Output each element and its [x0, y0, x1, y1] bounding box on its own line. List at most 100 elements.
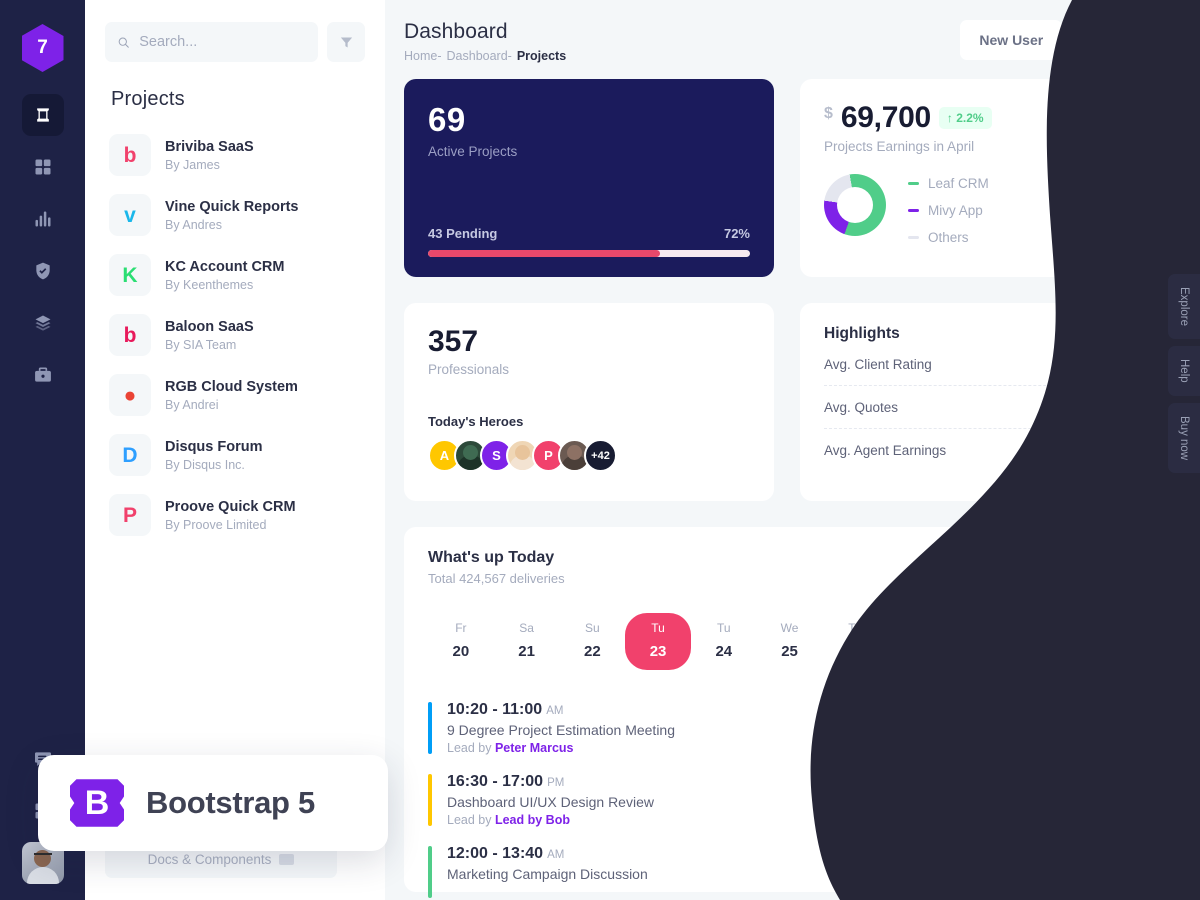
day-number: 27	[912, 643, 930, 660]
app-logo[interactable]: 7	[21, 24, 64, 72]
day-cell[interactable]: Fri 27	[888, 613, 954, 670]
search-input[interactable]	[139, 34, 306, 50]
project-name: Baloon SaaS	[165, 318, 254, 335]
report-center-button[interactable]: Report Cecnter	[1030, 549, 1151, 585]
trend-arrow-icon: ↗	[1094, 356, 1106, 371]
list-item[interactable]: K KC Account CRM By Keenthemes	[109, 245, 367, 305]
new-user-button[interactable]: New User	[960, 20, 1063, 60]
project-text: Proove Quick CRM By Proove Limited	[165, 499, 296, 532]
project-name: Proove Quick CRM	[165, 498, 296, 515]
event-view-button[interactable]: View	[1095, 711, 1151, 745]
day-cell[interactable]: Mo 30	[1085, 613, 1151, 670]
day-cell[interactable]: Sa 28	[954, 613, 1020, 670]
sidebar-item-grid[interactable]	[22, 146, 64, 188]
sidebar-item-security[interactable]	[22, 250, 64, 292]
search-box[interactable]	[105, 22, 318, 62]
day-cell[interactable]: Sa 21	[494, 613, 560, 670]
project-author: By Disqus Inc.	[165, 457, 245, 472]
legend-color-swatch	[908, 182, 919, 185]
sidebar-item-briefcase[interactable]	[22, 354, 64, 396]
highlight-value: $2,309	[1108, 442, 1151, 458]
list-item[interactable]: P Proove Quick CRM By Proove Limited	[109, 485, 367, 545]
list-item[interactable]: D Disqus Forum By Disqus Inc.	[109, 425, 367, 485]
event-ampm: AM	[546, 705, 564, 717]
progress-labels: 43 Pending 72%	[428, 226, 750, 241]
day-cell[interactable]: Fr 20	[428, 613, 494, 670]
project-text: Vine Quick Reports By Andres	[165, 199, 299, 232]
day-selector: Fr 20 Sa 21 Su 22 Tu 23 Tu 24 We 25 Th 26 Fri 27 Sa 28 Su 2…	[428, 613, 1151, 670]
project-logo-icon: ●	[109, 374, 151, 416]
project-logo-icon: P	[109, 494, 151, 536]
day-cell[interactable]: Tu 24	[691, 613, 757, 670]
day-cell[interactable]: We 25	[757, 613, 823, 670]
earnings-change-badge: ↑ 2.2%	[938, 107, 992, 129]
list-item[interactable]: ● RGB Cloud System By Andrei	[109, 365, 367, 425]
event-view-button[interactable]: View	[1095, 783, 1151, 817]
day-weekday: Fri	[914, 621, 928, 635]
highlight-row: Avg. Quotes ↙ 730	[824, 385, 1151, 428]
event-row[interactable]: 12:00 - 13:40 AM Marketing Campaign Discus…	[428, 836, 1151, 900]
event-row[interactable]: 10:20 - 11:00 AM 9 Degree Project Estimati…	[428, 692, 1151, 764]
list-item[interactable]: v Vine Quick Reports By Andres	[109, 185, 367, 245]
avatar-body	[26, 867, 59, 884]
event-row[interactable]: 16:30 - 17:00 PM Dashboard UI/UX Design Re…	[428, 764, 1151, 836]
new-goal-button[interactable]: New Goal	[1073, 20, 1175, 60]
earnings-amounts: $7,660 $2,820 $45,257	[1102, 174, 1151, 245]
today-header: What's up Today Total 424,567 deliveries…	[428, 549, 1151, 586]
day-number: 29	[1044, 643, 1061, 660]
event-title: 9 Degree Project Estimation Meeting	[447, 722, 675, 738]
event-lead-name[interactable]: Lead by Bob	[495, 813, 570, 827]
legend-item: Mivy App	[908, 203, 989, 218]
list-item[interactable]: b Briviba SaaS By James	[109, 125, 367, 185]
project-author: By SIA Team	[165, 337, 237, 352]
legend-amount: $45,257	[1102, 230, 1151, 245]
highlight-value: 730	[1127, 399, 1151, 415]
shield-check-icon	[35, 262, 50, 280]
project-author: By Keenthemes	[165, 277, 254, 292]
day-weekday: Th	[848, 621, 863, 635]
day-cell[interactable]: Tu 23	[625, 613, 691, 670]
side-tab-buy-now[interactable]: Buy now	[1168, 402, 1200, 473]
day-cell[interactable]: Th 26	[822, 613, 888, 670]
breadcrumb-item[interactable]: Dashboard-	[447, 49, 512, 63]
breadcrumb-item[interactable]: Home-	[404, 49, 442, 63]
day-number: 24	[715, 643, 733, 660]
highlights-card: Highlights Avg. Client Rating ↗ 7.8/10 Avg.…	[800, 303, 1175, 501]
day-cell[interactable]: Su 29	[1020, 613, 1086, 670]
active-projects-label: Active Projects	[428, 144, 518, 159]
avatar[interactable]: +42	[584, 439, 617, 472]
bootstrap-badge-text: Bootstrap 5	[146, 785, 315, 820]
today-subtitle: Total 424,567 deliveries	[428, 571, 565, 586]
side-tab-explore[interactable]: Explore	[1168, 274, 1200, 339]
highlight-row: Avg. Agent Earnings ↗ $2,309	[824, 428, 1151, 471]
day-weekday: Fr	[455, 621, 467, 635]
filter-button[interactable]	[327, 22, 365, 62]
cards-grid: 69 Active Projects 43 Pending 72% $ 69,7…	[385, 63, 1200, 898]
events-list: 10:20 - 11:00 AM 9 Degree Project Estimati…	[428, 692, 1151, 900]
event-title: Marketing Campaign Discussion	[447, 866, 648, 882]
event-title: Dashboard UI/UX Design Review	[447, 794, 654, 810]
day-cell[interactable]: Su 22	[559, 613, 625, 670]
day-weekday: Sa	[519, 621, 534, 635]
project-name: KC Account CRM	[165, 258, 285, 275]
search-row	[85, 0, 385, 62]
docs-components-label: Docs & Components	[147, 851, 272, 867]
event-view-button[interactable]: View	[1095, 855, 1151, 889]
trend-arrow-icon: ↗	[1090, 442, 1102, 457]
earnings-legend: Leaf CRM Mivy App Others	[908, 174, 989, 245]
highlight-row: Avg. Client Rating ↗ 7.8/10	[824, 343, 1151, 385]
event-lead-name[interactable]: Peter Marcus	[495, 741, 574, 755]
sidebar-item-analytics[interactable]	[22, 198, 64, 240]
legend-color-swatch	[908, 236, 919, 239]
side-tab-help[interactable]: Help	[1168, 346, 1200, 396]
professionals-card: 357 Professionals Today's Heroes A S P +42	[404, 303, 774, 501]
list-item[interactable]: b Baloon SaaS By SIA Team	[109, 305, 367, 365]
highlight-label: Avg. Quotes	[824, 399, 899, 415]
day-weekday: Sa	[979, 621, 995, 635]
legend-label: Leaf CRM	[928, 176, 989, 191]
legend-item: Leaf CRM	[908, 176, 989, 191]
breadcrumb-item[interactable]: Projects	[517, 49, 566, 63]
app-logo-number: 7	[37, 37, 48, 58]
sidebar-item-layers[interactable]	[22, 302, 64, 344]
sidebar-item-cube[interactable]	[21, 94, 64, 136]
